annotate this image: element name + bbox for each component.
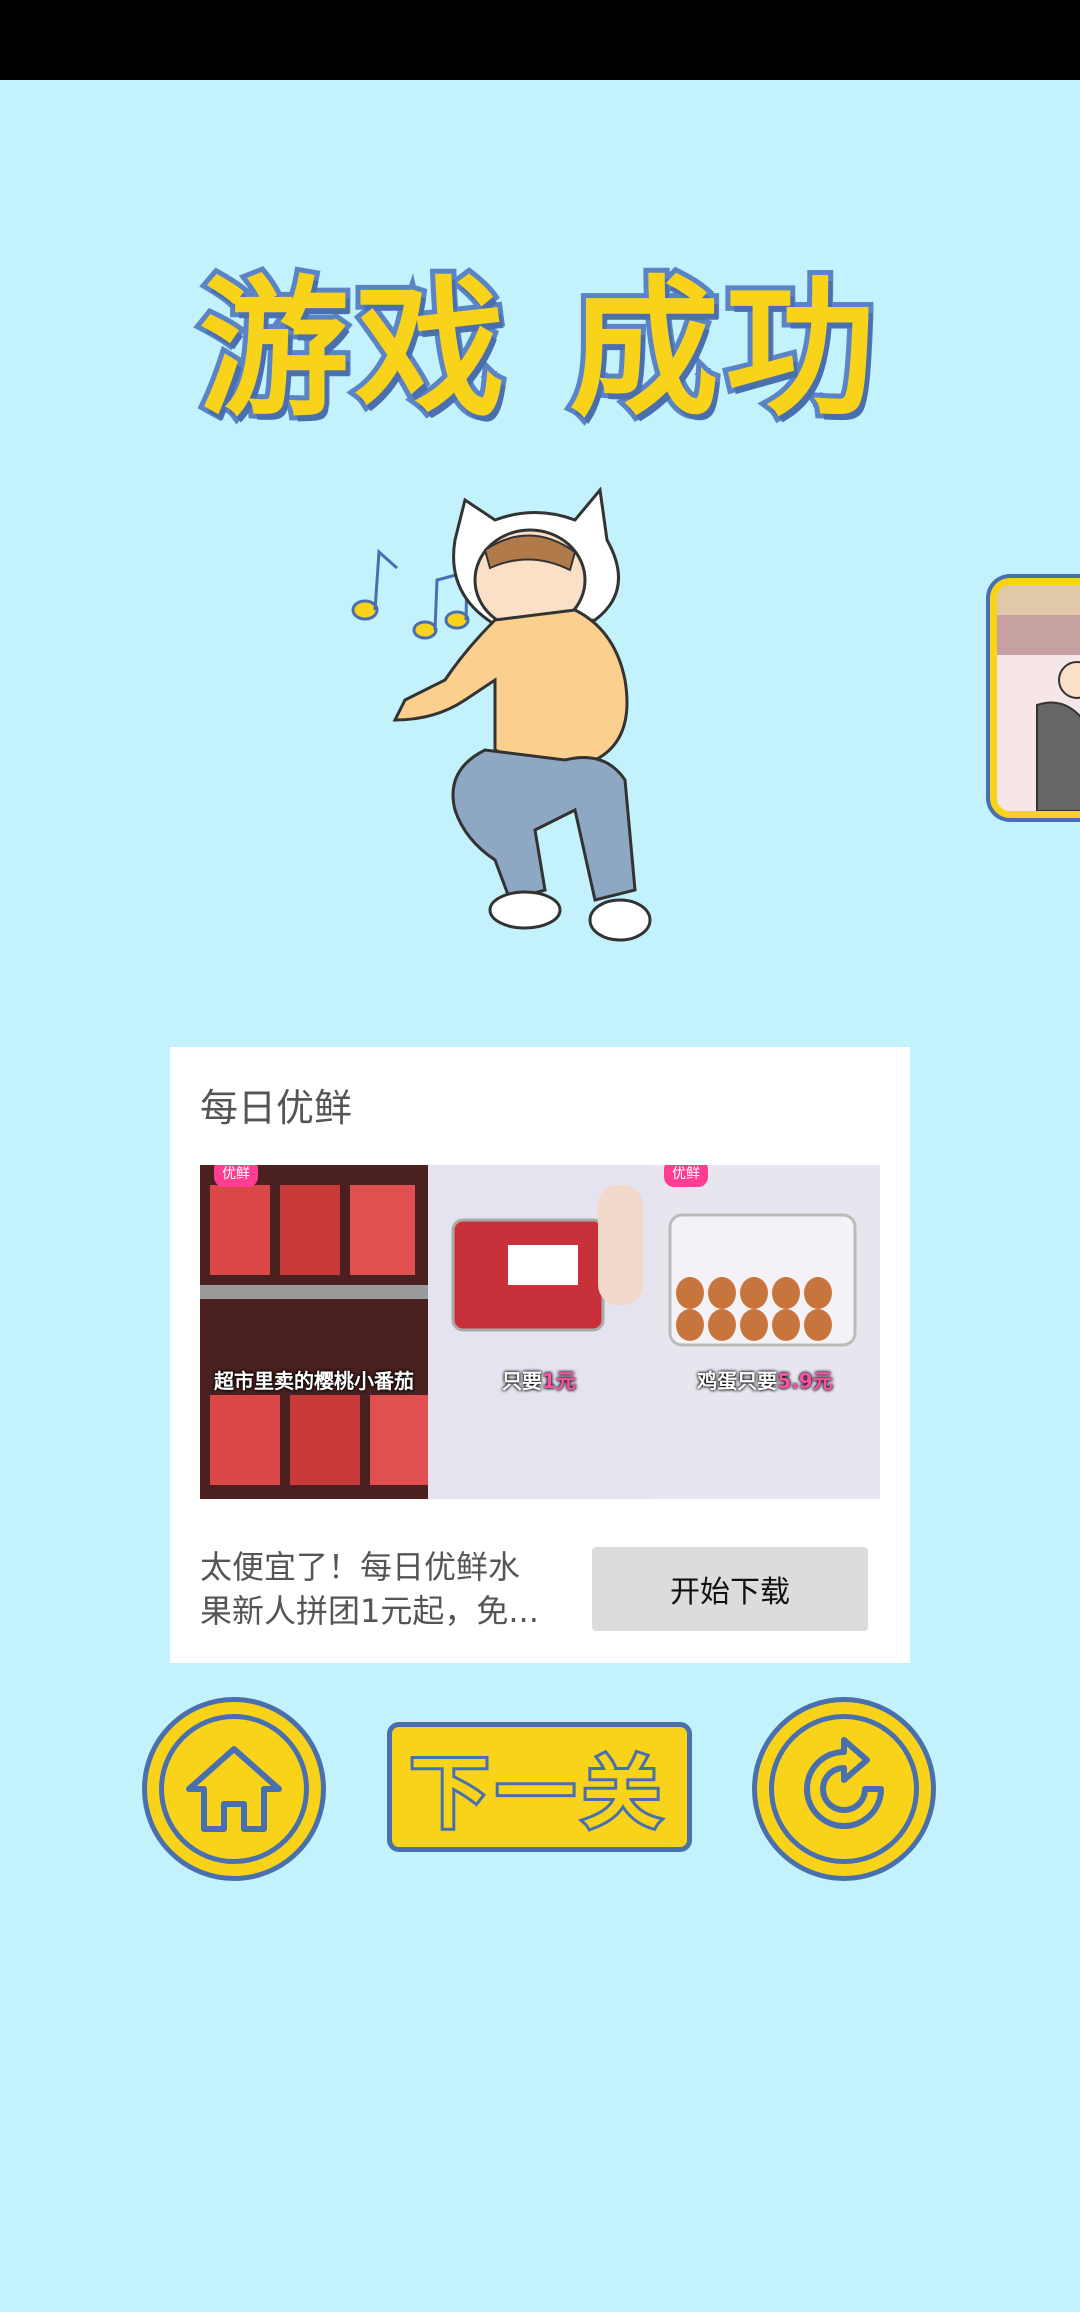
ad-description-line: 果新人拼团1元起，免... (200, 1592, 539, 1630)
character-illustration (351, 486, 652, 942)
egg-carton-art (650, 1165, 880, 1499)
tomato-display-art (200, 1165, 428, 1499)
restart-icon (804, 1737, 884, 1829)
ad-media[interactable]: 优鲜 超市里卖的樱桃小番茄 只要1元 优鲜 鸡蛋只要5.9元 (200, 1165, 880, 1499)
next-level-button[interactable]: 下一关 (387, 1722, 692, 1852)
restart-button[interactable] (752, 1697, 936, 1881)
cherry-tomato-box-art (428, 1165, 650, 1499)
ad-description-line: 太便宜了！每日优鲜水 (200, 1548, 521, 1586)
home-icon (186, 1746, 282, 1832)
game-result-title: 游戏 成功 (194, 258, 882, 442)
ad-panel-eggs: 优鲜 鸡蛋只要5.9元 (650, 1165, 880, 1499)
ad-download-button[interactable]: 开始下载 (592, 1547, 868, 1631)
status-bar (0, 0, 1080, 80)
music-notes-icon (351, 548, 470, 640)
ad-caption: 鸡蛋只要5.9元 (697, 1369, 833, 1393)
ad-caption: 超市里卖的樱桃小番茄 (214, 1369, 414, 1393)
ad-brand-name: 每日优鲜 (200, 1086, 353, 1130)
restart-button-ring (769, 1714, 919, 1864)
ad-description: 太便宜了！每日优鲜水 果新人拼团1元起，免... (200, 1545, 580, 1633)
ad-caption: 只要1元 (502, 1369, 576, 1393)
side-level-thumbnail[interactable] (990, 578, 1080, 818)
ad-badge: 优鲜 (214, 1165, 258, 1187)
ad-panel-cherry-tomatoes: 只要1元 (428, 1165, 650, 1499)
ad-card[interactable]: 每日优鲜 优鲜 超市里卖的樱桃小番茄 只要1元 优鲜 鸡蛋只要5.9元 太便宜了… (170, 1047, 910, 1663)
home-button[interactable] (142, 1697, 326, 1881)
ad-badge: 优鲜 (664, 1165, 708, 1187)
home-button-ring (159, 1714, 309, 1864)
ad-panel-tomatoes: 优鲜 超市里卖的樱桃小番茄 (200, 1165, 428, 1499)
thumbnail-art (997, 585, 1080, 811)
